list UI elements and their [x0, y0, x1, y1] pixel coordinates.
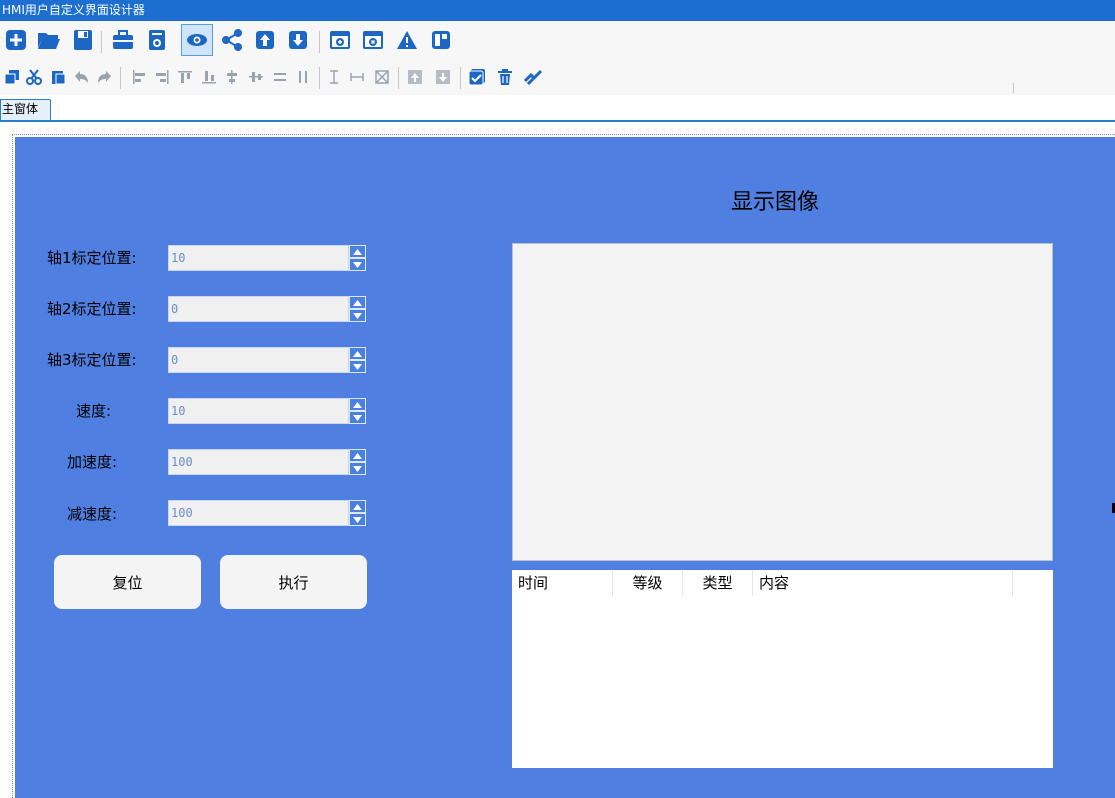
- chevron-up-icon[interactable]: [349, 245, 366, 258]
- window-add-icon[interactable]: [328, 28, 352, 52]
- distribute-h-icon[interactable]: [268, 65, 292, 89]
- align-center-h-icon[interactable]: [244, 65, 268, 89]
- image-title: 显示图像: [731, 190, 820, 215]
- send-back-icon[interactable]: [431, 65, 455, 89]
- window-title: HMI用户自定义界面设计器: [0, 0, 1115, 21]
- upload-icon[interactable]: [253, 28, 277, 52]
- column-header-time[interactable]: 时间: [512, 570, 613, 596]
- chevron-down-icon[interactable]: [349, 309, 366, 322]
- axis3-spinbox[interactable]: 0: [168, 347, 366, 373]
- column-header-level[interactable]: 等级: [613, 570, 683, 596]
- axis1-label: 轴1标定位置:: [47, 249, 137, 267]
- warning-icon[interactable]: [395, 28, 419, 52]
- acceleration-spinbox[interactable]: 100: [168, 449, 366, 475]
- axis1-spinbox[interactable]: 10: [168, 245, 366, 271]
- align-top-icon[interactable]: [173, 65, 197, 89]
- same-size-icon[interactable]: [370, 65, 394, 89]
- execute-button[interactable]: 执行: [220, 555, 367, 609]
- edit-toolbar: [0, 59, 1115, 95]
- main-form[interactable]: 轴1标定位置: 10 轴2标定位置: 0 轴3标定位置: 0 速度: 10 加速…: [15, 137, 1115, 798]
- bring-front-icon[interactable]: [403, 65, 427, 89]
- preview-eye-icon[interactable]: [181, 24, 213, 56]
- deceleration-spinbox[interactable]: 100: [168, 500, 366, 526]
- same-height-icon[interactable]: [322, 65, 346, 89]
- share-icon[interactable]: [220, 28, 244, 52]
- align-center-v-icon[interactable]: [220, 65, 244, 89]
- chevron-down-icon[interactable]: [349, 360, 366, 373]
- chevron-down-icon[interactable]: [349, 462, 366, 475]
- window-close-icon[interactable]: [361, 28, 385, 52]
- chevron-up-icon[interactable]: [349, 449, 366, 462]
- open-folder-icon[interactable]: [37, 28, 61, 52]
- properties-icon[interactable]: [145, 28, 169, 52]
- reset-button[interactable]: 复位: [54, 555, 201, 609]
- align-right-icon[interactable]: [150, 65, 174, 89]
- same-width-icon[interactable]: [345, 65, 369, 89]
- chevron-up-icon[interactable]: [349, 398, 366, 411]
- speed-label: 速度:: [76, 402, 112, 420]
- tab-main-form[interactable]: 主窗体: [0, 99, 51, 120]
- chevron-up-icon[interactable]: [349, 347, 366, 360]
- layout-icon[interactable]: [429, 28, 453, 52]
- redo-icon[interactable]: [93, 65, 117, 89]
- cut-icon[interactable]: [22, 65, 46, 89]
- document-tabstrip: 主窗体: [0, 95, 1115, 122]
- chevron-down-icon[interactable]: [349, 258, 366, 271]
- main-toolbar: [0, 21, 1115, 59]
- column-header-type[interactable]: 类型: [683, 570, 753, 596]
- acceleration-input[interactable]: 100: [168, 449, 349, 475]
- save-icon[interactable]: [71, 28, 95, 52]
- axis2-spinbox[interactable]: 0: [168, 296, 366, 322]
- deceleration-input[interactable]: 100: [168, 500, 349, 526]
- download-icon[interactable]: [286, 28, 310, 52]
- speed-input[interactable]: 10: [168, 398, 349, 424]
- align-left-icon[interactable]: [127, 65, 151, 89]
- axis2-input[interactable]: 0: [168, 296, 349, 322]
- image-display: [512, 243, 1053, 561]
- axis3-label: 轴3标定位置:: [47, 351, 137, 369]
- chevron-down-icon[interactable]: [349, 513, 366, 526]
- axis3-input[interactable]: 0: [168, 347, 349, 373]
- delete-icon[interactable]: [493, 65, 517, 89]
- paste-icon[interactable]: [46, 65, 70, 89]
- axis2-label: 轴2标定位置:: [47, 300, 137, 318]
- chevron-up-icon[interactable]: [349, 500, 366, 513]
- copy-icon[interactable]: [0, 65, 24, 89]
- distribute-v-icon[interactable]: [291, 65, 315, 89]
- align-bottom-icon[interactable]: [197, 65, 221, 89]
- log-table-header: 时间 等级 类型 内容: [512, 570, 1053, 596]
- log-table[interactable]: 时间 等级 类型 内容: [512, 570, 1053, 768]
- undo-icon[interactable]: [69, 65, 93, 89]
- deceleration-label: 减速度:: [67, 505, 118, 523]
- acceleration-label: 加速度:: [67, 453, 118, 471]
- chevron-up-icon[interactable]: [349, 296, 366, 309]
- column-header-content[interactable]: 内容: [753, 570, 1013, 596]
- select-all-icon[interactable]: [465, 65, 489, 89]
- chevron-down-icon[interactable]: [349, 411, 366, 424]
- run-icon[interactable]: [521, 65, 545, 89]
- toolbox-icon[interactable]: [111, 28, 135, 52]
- speed-spinbox[interactable]: 10: [168, 398, 366, 424]
- new-icon[interactable]: [4, 28, 28, 52]
- axis1-input[interactable]: 10: [168, 245, 349, 271]
